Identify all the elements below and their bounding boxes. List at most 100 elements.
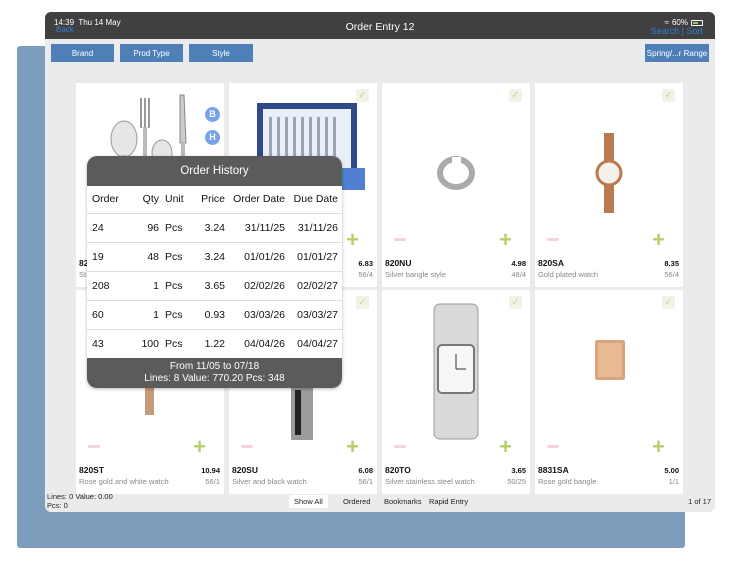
- table-row[interactable]: 19 48 Pcs 3.24 01/01/26 01/01/27: [87, 241, 342, 271]
- product-description: Rose gold bangle: [538, 477, 597, 486]
- steel-watch-image: [382, 290, 530, 455]
- column-header: Due Date: [293, 193, 338, 206]
- gold-watch-image: [535, 83, 683, 248]
- product-stock: 1/1: [668, 477, 679, 486]
- popup-date-range: From 11/05 to 07/18: [169, 361, 260, 372]
- search-button[interactable]: Search: [651, 26, 680, 36]
- pink-marker: [547, 445, 559, 448]
- order-cell: 24: [87, 212, 133, 242]
- due-date-cell: 02/02/27: [285, 270, 342, 300]
- add-plus-icon[interactable]: +: [346, 436, 359, 458]
- add-plus-icon[interactable]: +: [193, 436, 206, 458]
- product-card[interactable]: ✓ + 8831SA 5.00 Rose gold bangle 1/1: [535, 290, 683, 494]
- select-check[interactable]: ✓: [662, 89, 675, 102]
- pink-marker: [394, 445, 406, 448]
- column-header: Price: [201, 193, 225, 206]
- product-description: Silver stainless steel watch: [385, 477, 475, 486]
- prod-type-filter-button[interactable]: Prod Type: [120, 44, 183, 62]
- order-date-cell: 31/11/25: [225, 212, 285, 242]
- table-row[interactable]: 24 96 Pcs 3.24 31/11/25 31/11/26: [87, 212, 342, 242]
- price-cell: 0.93: [197, 299, 225, 329]
- order-cell: 43: [87, 328, 133, 358]
- order-cell: 208: [87, 270, 133, 300]
- bangle-image: [382, 83, 530, 248]
- product-stock: 48/4: [511, 270, 526, 279]
- style-filter-button[interactable]: Style: [189, 44, 253, 62]
- sort-button[interactable]: Sort: [686, 26, 703, 36]
- tab-rapid-entry[interactable]: Rapid Entry: [424, 495, 473, 508]
- product-price: 8.35: [664, 259, 679, 268]
- screen: 14:39 Thu 14 May Back Order Entry 12 ≈ 6…: [0, 0, 733, 562]
- select-check[interactable]: ✓: [356, 296, 369, 309]
- rose-bangle-image: [535, 290, 683, 455]
- product-description: St: [79, 270, 87, 279]
- pink-marker: [88, 445, 100, 448]
- price-cell: 3.24: [197, 212, 225, 242]
- product-price: 10.94: [201, 466, 220, 475]
- order-date-cell: 02/02/26: [225, 270, 285, 300]
- badge-b: B: [205, 107, 220, 122]
- product-code: 820ST: [79, 465, 105, 475]
- battery-icon: [691, 19, 703, 26]
- tab-show-all[interactable]: Show All: [289, 495, 328, 508]
- unit-cell: Pcs: [159, 212, 197, 242]
- table-row[interactable]: 60 1 Pcs 0.93 03/03/26 03/03/27: [87, 299, 342, 329]
- top-bar: 14:39 Thu 14 May Back Order Entry 12 ≈ 6…: [45, 12, 715, 39]
- search-sort: Search | Sort: [651, 26, 703, 36]
- unit-cell: Pcs: [159, 299, 197, 329]
- divider: |: [681, 26, 684, 36]
- column-header: Order: [92, 193, 119, 206]
- table-row[interactable]: 43 100 Pcs 1.22 04/04/26 04/04/27: [87, 328, 342, 358]
- bottom-bar: Lines: 0 Value: 0.00 Pcs: 0 Show All Ord…: [45, 490, 715, 512]
- select-check[interactable]: ✓: [509, 296, 522, 309]
- pink-marker: [394, 238, 406, 241]
- product-card[interactable]: ✓ + 820TO 3.65 Silver stainless steel wa…: [382, 290, 530, 494]
- product-card[interactable]: ✓ + 820NU 4.98 Silver bangle style 48/4: [382, 83, 530, 287]
- popup-title: Order History: [87, 156, 342, 186]
- unit-cell: Pcs: [159, 241, 197, 271]
- qty-cell: 1: [133, 299, 159, 329]
- add-plus-icon[interactable]: +: [499, 229, 512, 251]
- product-stock: 50/25: [507, 477, 526, 486]
- product-price: 5.00: [664, 466, 679, 475]
- table-row[interactable]: 208 1 Pcs 3.65 02/02/26 02/02/27: [87, 270, 342, 300]
- badge-h: H: [205, 130, 220, 145]
- select-check[interactable]: ✓: [509, 89, 522, 102]
- product-code: 820NU: [385, 258, 412, 268]
- product-card[interactable]: ✓ + 820SA 8.35 Gold plated watch 56/4: [535, 83, 683, 287]
- add-plus-icon[interactable]: +: [346, 229, 359, 251]
- price-cell: 3.65: [197, 270, 225, 300]
- product-stock: 56/4: [358, 270, 373, 279]
- column-header: Order Date: [233, 193, 285, 206]
- product-description: Silver bangle style: [385, 270, 446, 279]
- summary-lines-value: Lines: 0 Value: 0.00: [47, 492, 113, 501]
- add-plus-icon[interactable]: +: [652, 229, 665, 251]
- table-header-row: Order Qty Unit Price Order Date Due Date: [87, 186, 342, 213]
- tab-bookmarks[interactable]: Bookmarks: [379, 495, 427, 508]
- product-code: 8831SA: [538, 465, 569, 475]
- add-plus-icon[interactable]: +: [499, 436, 512, 458]
- order-cell: 19: [87, 241, 133, 271]
- price-cell: 1.22: [197, 328, 225, 358]
- due-date-cell: 04/04/27: [285, 328, 342, 358]
- qty-cell: 1: [133, 270, 159, 300]
- order-date-cell: 03/03/26: [225, 299, 285, 329]
- order-date-cell: 01/01/26: [225, 241, 285, 271]
- popup-totals: Lines: 8 Value: 770.20 Pcs: 348: [144, 373, 285, 384]
- range-filter-button[interactable]: Spring/...r Range: [645, 44, 709, 62]
- order-history-table: Order Qty Unit Price Order Date Due Date…: [87, 186, 342, 358]
- column-header: Qty: [142, 193, 159, 206]
- product-price: 4.98: [511, 259, 526, 268]
- page-title: Order Entry 12: [345, 21, 415, 33]
- due-date-cell: 03/03/27: [285, 299, 342, 329]
- select-check[interactable]: ✓: [662, 296, 675, 309]
- order-summary: Lines: 0 Value: 0.00 Pcs: 0: [47, 492, 113, 510]
- pink-marker: [547, 238, 559, 241]
- brand-filter-button[interactable]: Brand: [51, 44, 114, 62]
- product-price: 3.65: [511, 466, 526, 475]
- order-history-popup: Order History Order Qty Unit Price Order…: [87, 156, 342, 388]
- tab-ordered[interactable]: Ordered: [338, 495, 376, 508]
- select-check[interactable]: ✓: [356, 89, 369, 102]
- price-cell: 3.24: [197, 241, 225, 271]
- add-plus-icon[interactable]: +: [652, 436, 665, 458]
